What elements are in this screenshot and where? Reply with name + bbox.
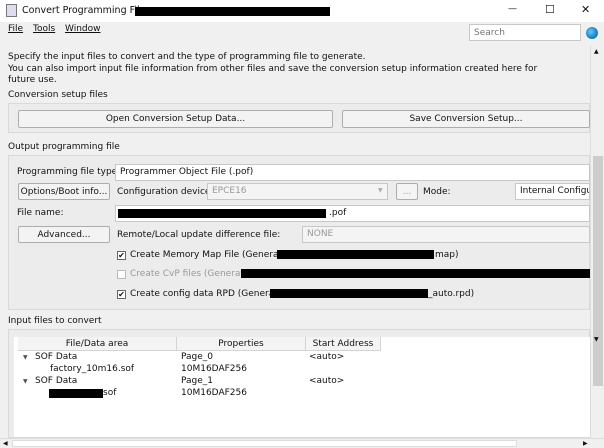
memory-map-label: Create Memory Map File (Generate [130,250,288,260]
scroll-thumb[interactable] [12,440,517,447]
row-name: SOF Data [35,376,78,386]
device-select[interactable]: EPCE16 [207,183,388,200]
diff-label: Remote/Local update difference file: [117,230,281,240]
type-label: Programming file type: [17,167,121,177]
row-prop: 10M16DAF256 [181,364,247,374]
browse-device-button[interactable]: ... [396,183,418,200]
column-header[interactable]: Properties [177,337,306,351]
minimize-button[interactable]: — [508,4,517,14]
globe-icon[interactable] [586,27,598,39]
app-icon [6,4,17,17]
mode-select[interactable]: Internal Configuration [515,183,590,200]
redacted [270,289,428,298]
rpd-checkbox[interactable]: ✔ [117,290,126,299]
options-boot-button[interactable]: Options/Boot info... [18,183,110,200]
menu-tools[interactable]: Tools [33,24,55,34]
menu-file[interactable]: File [8,24,23,34]
memory-map-suffix: map) [435,250,459,260]
row-prop: Page_1 [181,376,214,386]
scroll-right-icon[interactable]: ▶ [583,440,588,447]
description: Specify the input files to convert and t… [8,52,537,87]
table-row[interactable]: ▼ SOF Data Page_1 <auto> [14,376,590,388]
output-heading: Output programming file [8,142,120,152]
row-prop: Page_0 [181,352,214,362]
redacted [118,209,326,218]
search-input[interactable] [469,24,581,41]
scroll-thumb[interactable] [593,156,603,386]
table-row[interactable]: ▼ SOF Data Page_0 <auto> [14,352,590,364]
menu-window[interactable]: Window [65,24,101,34]
table-row[interactable]: sof 10M16DAF256 [14,388,590,400]
maximize-button[interactable]: ☐ [545,3,555,16]
chevron-down-icon: ▼ [378,187,383,194]
device-label: Configuration device: [117,187,214,197]
row-prop: 10M16DAF256 [181,388,247,398]
file-label: File name: [17,208,64,218]
cvp-label: Create CvP files (Generate [130,269,250,279]
expand-icon[interactable]: ▼ [23,378,28,385]
save-setup-button[interactable]: Save Conversion Setup... [342,110,590,128]
scrollbar-vertical[interactable]: ▲ ▼ [590,46,604,438]
redacted [277,250,434,259]
input-table: File/Data area Properties Start Address … [14,337,590,437]
row-addr: <auto> [309,352,345,362]
row-name: sof [103,388,117,398]
menu-bar: File Tools Window [0,22,604,45]
expand-icon[interactable]: ▼ [23,354,28,361]
column-header[interactable]: File/Data area [18,337,177,351]
input-heading: Input files to convert [8,316,102,326]
diff-input[interactable]: NONE [302,226,590,243]
title-bar: Convert Programming File - — ☐ ✕ [0,0,604,22]
cvp-checkbox[interactable] [117,270,126,279]
scroll-up-icon[interactable]: ▲ [594,48,599,55]
row-addr: <auto> [309,376,345,386]
row-name: factory_10m16.sof [50,364,135,374]
column-header[interactable]: Start Address [306,337,381,351]
mode-label: Mode: [423,187,451,197]
advanced-button[interactable]: Advanced... [18,226,110,243]
rpd-label: Create config data RPD (Generate [130,289,284,299]
open-setup-button[interactable]: Open Conversion Setup Data... [18,110,333,128]
scroll-left-icon[interactable]: ◀ [3,440,8,447]
scrollbar-horizontal[interactable]: ◀ ▶ [0,438,604,448]
redacted [49,389,103,398]
row-name: SOF Data [35,352,78,362]
description-line: Specify the input files to convert and t… [8,52,366,62]
rpd-suffix: _auto.rpd) [428,289,475,299]
redacted [241,269,590,278]
window-title: Convert Programming File - [22,5,152,16]
close-button[interactable]: ✕ [581,3,590,16]
description-line: You can also import input file informati… [8,63,538,74]
redacted [135,7,330,16]
type-select[interactable]: Programmer Object File (.pof) [115,164,590,181]
description-line: future use. [8,75,57,85]
file-suffix: .pof [329,208,347,218]
table-row[interactable]: factory_10m16.sof 10M16DAF256 [14,364,590,376]
setup-heading: Conversion setup files [8,90,108,100]
scroll-down-icon[interactable]: ▼ [594,336,599,343]
memory-map-checkbox[interactable]: ✔ [117,251,126,260]
